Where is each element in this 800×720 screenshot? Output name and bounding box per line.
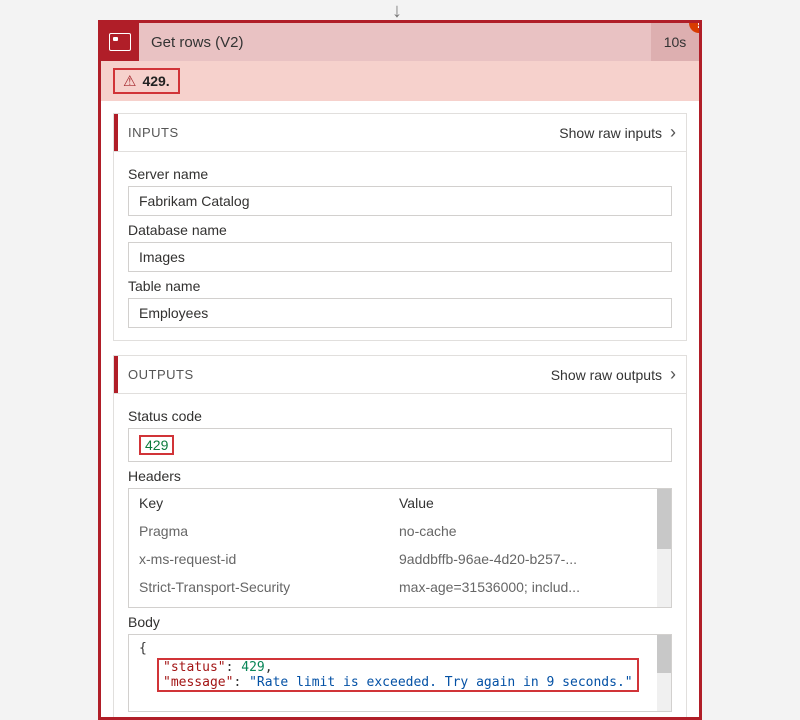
body-scrollbar[interactable]: [657, 635, 671, 711]
outputs-section: OUTPUTS Show raw outputs › Status code 4…: [113, 355, 687, 720]
headers-column-value: Value: [399, 495, 653, 511]
status-code-highlight: 429: [139, 435, 174, 455]
json-status-val: 429: [241, 660, 264, 675]
show-raw-inputs-label: Show raw inputs: [559, 125, 662, 141]
body-scrollbar-thumb[interactable]: [657, 635, 671, 673]
inputs-section: INPUTS Show raw inputs › Server name Fab…: [113, 113, 687, 341]
connector-icon-box: [101, 23, 139, 61]
outputs-section-header: OUTPUTS Show raw outputs ›: [114, 356, 686, 394]
header-value: max-age=31536000; includ...: [399, 579, 653, 595]
database-name-value: Images: [128, 242, 672, 272]
status-code-value: 429: [145, 437, 168, 453]
header-value: 9addbffb-96ae-4d20-b257-...: [399, 551, 653, 567]
error-banner: ⚠ 429.: [101, 61, 699, 101]
error-code-pill: ⚠ 429.: [113, 68, 180, 94]
card-title: Get rows (V2): [151, 34, 244, 51]
body-json-highlight: "status": 429, "message": "Rate limit is…: [157, 658, 639, 692]
inputs-section-header: INPUTS Show raw inputs ›: [114, 114, 686, 152]
server-name-label: Server name: [128, 166, 672, 182]
warning-triangle-icon: ⚠: [123, 72, 136, 90]
error-code-text: 429.: [142, 73, 169, 89]
table-name-label: Table name: [128, 278, 672, 294]
header-value: no-cache: [399, 523, 653, 539]
headers-scrollbar[interactable]: [657, 489, 671, 607]
body-json-box: { "status": 429, "message": "Rate limit …: [128, 634, 672, 712]
status-code-value-box: 429: [128, 428, 672, 462]
table-row: Pragma no-cache: [129, 517, 671, 545]
table-name-value: Employees: [128, 298, 672, 328]
status-code-label: Status code: [128, 408, 672, 424]
json-status-key: "status": [163, 660, 226, 675]
database-name-label: Database name: [128, 222, 672, 238]
table-row: Strict-Transport-Security max-age=315360…: [129, 573, 671, 601]
headers-label: Headers: [128, 468, 672, 484]
table-row: x-ms-request-id 9addbffb-96ae-4d20-b257-…: [129, 545, 671, 573]
json-message-val: "Rate limit is exceeded. Try again in 9 …: [249, 675, 633, 690]
body-label: Body: [128, 614, 672, 630]
action-card: ! Get rows (V2) 10s ⚠ 429. INPUTS Show r…: [98, 20, 702, 720]
header-key: Strict-Transport-Security: [139, 579, 399, 595]
headers-table: Key Value Pragma no-cache x-ms-request-i…: [128, 488, 672, 608]
chevron-right-icon: ›: [670, 122, 676, 143]
outputs-heading: OUTPUTS: [128, 367, 194, 382]
json-message-key: "message": [163, 675, 233, 690]
headers-column-row: Key Value: [129, 489, 671, 517]
json-open-brace: {: [139, 641, 147, 656]
sql-icon: [109, 33, 131, 51]
server-name-value: Fabrikam Catalog: [128, 186, 672, 216]
show-raw-outputs-link[interactable]: Show raw outputs ›: [551, 364, 676, 385]
headers-scrollbar-thumb[interactable]: [657, 489, 671, 549]
show-raw-inputs-link[interactable]: Show raw inputs ›: [559, 122, 676, 143]
chevron-right-icon: ›: [670, 364, 676, 385]
inputs-heading: INPUTS: [128, 125, 179, 140]
header-key: x-ms-request-id: [139, 551, 399, 567]
card-header[interactable]: Get rows (V2) 10s: [101, 23, 699, 61]
headers-column-key: Key: [139, 495, 399, 511]
show-raw-outputs-label: Show raw outputs: [551, 367, 662, 383]
header-key: Pragma: [139, 523, 399, 539]
